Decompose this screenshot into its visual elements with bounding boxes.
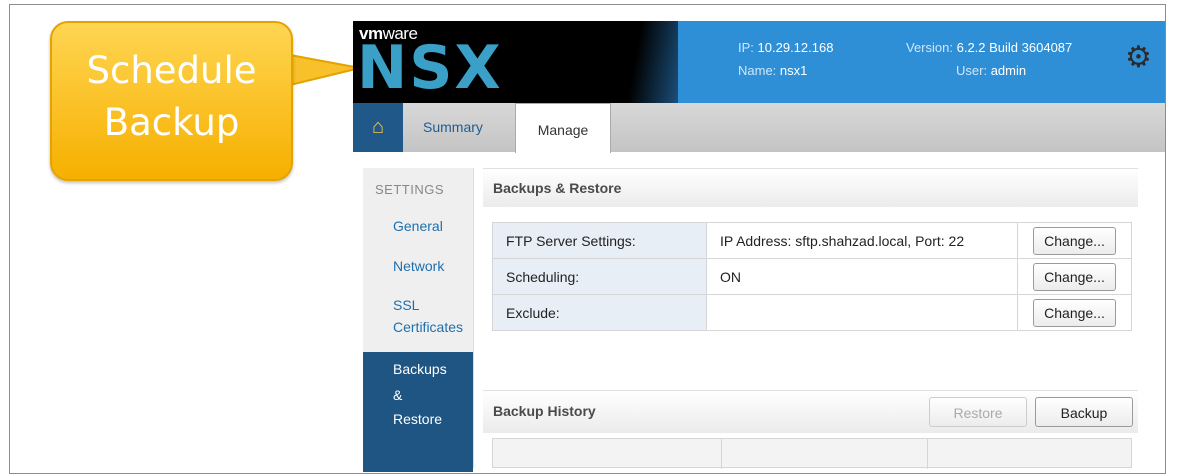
backup-history-table [492,438,1132,469]
ip-info: IP: 10.29.12.168 [738,40,834,55]
table-row: Scheduling: ON Change... [492,258,1132,295]
sidebar-item-backups-restore[interactable]: Backups & Restore [363,352,473,472]
callout-line-1: Schedule [86,49,257,92]
restore-button[interactable]: Restore [929,397,1027,427]
backup-history-title: Backup History [493,403,596,419]
sidebar-item-general[interactable]: General [393,215,473,237]
vmware-nsx-logo: vmware NSX [353,21,678,103]
table-row: Exclude: Change... [492,294,1132,331]
scheduling-value: ON [706,258,1018,295]
ftp-settings-label: FTP Server Settings: [492,222,707,259]
table-row: FTP Server Settings: IP Address: sftp.sh… [492,222,1132,259]
exclude-label: Exclude: [492,294,707,331]
name-info: Name: nsx1 [738,63,808,78]
backups-restore-header: Backups & Restore [483,168,1138,207]
tab-bar: ⌂ Summary Manage [353,103,1165,153]
nsx-wordmark: NSX [357,33,503,103]
gear-icon[interactable]: ⚙ [1125,40,1152,75]
version-info: Version: 6.2.2 Build 3604087 [906,40,1073,55]
backup-button[interactable]: Backup [1035,397,1133,427]
backup-settings-table: FTP Server Settings: IP Address: sftp.sh… [492,222,1132,331]
app-header: vmware NSX IP: 10.29.12.168 Version: 6.2… [353,21,1165,103]
tab-summary[interactable]: Summary [423,119,483,135]
tab-manage[interactable]: Manage [515,103,611,153]
callout-line-2: Backup [103,101,240,144]
user-info: User: admin [956,63,1027,78]
change-exclude-button[interactable]: Change... [1033,298,1116,327]
sidebar-item-network[interactable]: Network [393,255,473,277]
backups-restore-title: Backups & Restore [493,180,622,196]
scheduling-label: Scheduling: [492,258,707,295]
home-icon[interactable]: ⌂ [353,103,403,152]
sidebar-item-ssl-certificates[interactable]: SSL Certificates [393,294,473,338]
change-ftp-button[interactable]: Change... [1033,226,1116,255]
change-scheduling-button[interactable]: Change... [1033,262,1116,291]
exclude-value [706,294,1018,331]
ftp-settings-value: IP Address: sftp.shahzad.local, Port: 22 [706,222,1018,259]
sidebar-heading: SETTINGS [375,182,445,197]
settings-sidebar: SETTINGS General Network SSL Certificate… [363,168,474,472]
schedule-backup-callout: Schedule Backup [50,21,293,181]
